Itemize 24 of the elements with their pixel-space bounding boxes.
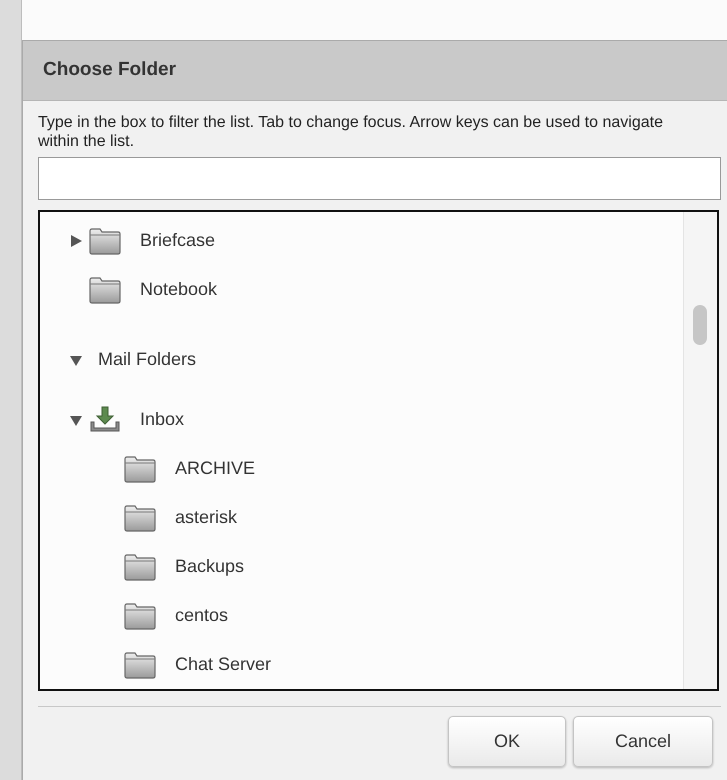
tree-item[interactable]: ARCHIVE — [40, 444, 685, 493]
folder-icon — [123, 602, 157, 630]
tree-item[interactable]: Notebook — [40, 265, 685, 314]
dialog-title: Choose Folder — [43, 58, 176, 82]
cancel-button[interactable]: Cancel — [573, 716, 713, 767]
folder-icon — [88, 226, 122, 254]
tree-item[interactable]: centos — [40, 591, 685, 640]
download-tray-icon — [88, 406, 122, 434]
tree-item[interactable]: Inbox — [40, 395, 685, 444]
tree-item[interactable]: Mail Folders — [40, 335, 685, 384]
filter-field[interactable] — [38, 157, 721, 200]
instructions-text: Type in the box to filter the list. Tab to change focus. Arrow keys can be used to navigate within the list. — [38, 113, 664, 151]
folder-icon — [123, 650, 157, 678]
expand-arrow-icon[interactable] — [69, 234, 83, 248]
folder-icon — [123, 504, 157, 532]
scrollbar-thumb[interactable] — [693, 305, 707, 345]
ok-button[interactable]: OK — [448, 716, 566, 767]
tree-item[interactable]: Chat Server — [40, 640, 685, 689]
folder-icon — [123, 454, 157, 482]
tree-item[interactable]: Backups — [40, 542, 685, 591]
tree-item[interactable]: Briefcase — [40, 216, 685, 265]
folder-icon — [123, 552, 157, 580]
tree-item[interactable]: asterisk — [40, 493, 685, 542]
folder-icon — [88, 276, 122, 304]
